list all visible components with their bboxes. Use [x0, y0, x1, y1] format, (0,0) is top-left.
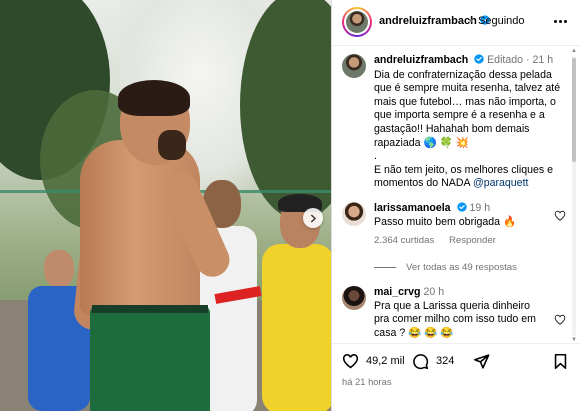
- comment-time[interactable]: 20 h: [423, 286, 444, 298]
- comment-avatar[interactable]: [342, 286, 366, 310]
- comments-scroll-area[interactable]: andreluizframbach Editado · 21 h Dia de …: [332, 46, 580, 343]
- likes-count[interactable]: 49,2 mil: [366, 355, 405, 367]
- share-button[interactable]: [473, 352, 490, 370]
- comment-avatar[interactable]: [342, 202, 366, 226]
- bookmark-icon: [554, 353, 567, 369]
- next-photo-button[interactable]: [303, 208, 323, 228]
- view-replies-button[interactable]: Ver todas as 49 respostas: [374, 262, 564, 273]
- heart-icon: [342, 353, 359, 368]
- header-username[interactable]: andreluizframbach: [379, 15, 490, 27]
- comments-scrollbar[interactable]: ▲ ▼: [571, 48, 577, 343]
- heart-icon[interactable]: [554, 210, 566, 222]
- comment-username[interactable]: larissamanoela: [374, 202, 451, 214]
- chevron-right-icon: [310, 214, 316, 222]
- verified-badge-icon: [456, 202, 467, 212]
- comment-button[interactable]: 324: [412, 352, 454, 370]
- caption-time[interactable]: 21 h: [532, 54, 553, 66]
- heart-icon[interactable]: [554, 314, 566, 326]
- caption-mention-link[interactable]: @paraquett: [473, 177, 529, 189]
- more-options-icon[interactable]: [550, 12, 570, 30]
- save-button[interactable]: [552, 352, 569, 370]
- scrollbar-thumb[interactable]: [572, 58, 576, 162]
- post-actions: 49,2 mil 324 há 21 horas: [332, 343, 580, 411]
- caption-text: Dia de confraternização dessa pelada que…: [374, 68, 561, 190]
- comment-text: Passo muito bem obrigada 🔥: [374, 215, 517, 228]
- caption-username[interactable]: andreluizframbach: [374, 54, 468, 66]
- comments-count[interactable]: 324: [436, 355, 454, 367]
- comment-username[interactable]: mai_crvg: [374, 286, 421, 298]
- post-photo[interactable]: [0, 0, 331, 411]
- edited-label: Editado: [487, 54, 524, 66]
- share-icon: [473, 353, 490, 369]
- caption-avatar[interactable]: [342, 54, 366, 78]
- following-button[interactable]: Seguindo: [478, 15, 525, 27]
- comment-text: Pra que a Larissa queria dinheiro pra co…: [374, 299, 536, 339]
- post-time-ago[interactable]: há 21 horas: [342, 376, 392, 387]
- reply-button[interactable]: Responder: [449, 235, 496, 246]
- like-button[interactable]: 49,2 mil: [342, 352, 405, 370]
- header-avatar[interactable]: [342, 7, 372, 37]
- comment-likes-count[interactable]: 2.364 curtidas: [374, 235, 434, 246]
- separator-dot: •: [469, 15, 473, 27]
- comment-icon: [413, 353, 429, 369]
- comment-time[interactable]: 19 h: [469, 202, 490, 214]
- post-header: andreluizframbach • Seguindo: [332, 0, 580, 46]
- scroll-up-arrow[interactable]: ▲: [571, 48, 577, 54]
- verified-badge-icon: [474, 54, 484, 64]
- post-details-pane: andreluizframbach • Seguindo andreluizfr…: [331, 0, 580, 411]
- replies-divider: [374, 267, 396, 268]
